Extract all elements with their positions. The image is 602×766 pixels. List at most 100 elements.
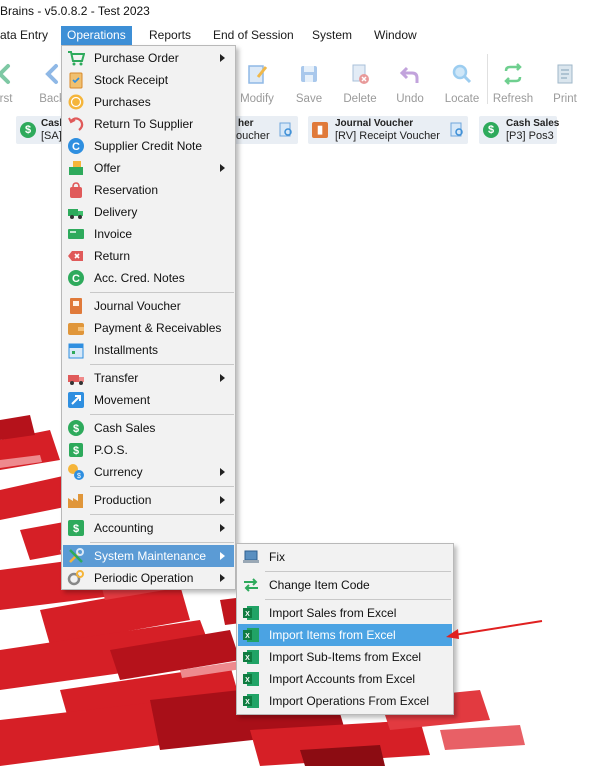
menu-purchase-order[interactable]: Purchase Order <box>63 47 234 69</box>
menu-pos[interactable]: $ P.O.S. <box>63 439 234 461</box>
excel-icon: X <box>243 672 259 686</box>
menu-bar: ata Entry Operations Reports End of Sess… <box>0 24 602 46</box>
menu-periodic-operation[interactable]: Periodic Operation <box>63 567 234 589</box>
excel-icon: X <box>243 628 259 642</box>
svg-text:X: X <box>245 633 250 640</box>
print-label: Print <box>553 93 577 105</box>
locate-button[interactable]: Locate <box>434 48 490 110</box>
swap-arrows-icon <box>244 578 258 592</box>
dollar-icon: $ <box>483 122 499 138</box>
shortcut-journal-voucher[interactable]: ▮ Journal Voucher [RV] Receipt Voucher <box>308 116 468 144</box>
undo-button[interactable]: Undo <box>382 48 438 110</box>
menu-separator <box>265 599 451 600</box>
menu-system[interactable]: System <box>306 26 358 45</box>
submenu-arrow-icon <box>220 164 225 172</box>
menu-journal-voucher[interactable]: Journal Voucher <box>63 295 234 317</box>
menu-production[interactable]: Production <box>63 489 234 511</box>
menu-import-items-excel[interactable]: X Import Items from Excel <box>238 624 452 646</box>
currency-icon: $ <box>68 464 84 480</box>
menu-separator <box>90 364 234 365</box>
print-icon <box>557 64 573 84</box>
menu-return[interactable]: Return <box>63 245 234 267</box>
menu-stock-receipt[interactable]: Stock Receipt <box>63 69 234 91</box>
locate-icon <box>452 64 472 84</box>
menu-offer[interactable]: Offer <box>63 157 234 179</box>
save-button[interactable]: Save <box>281 48 337 110</box>
journal-icon: ▮ <box>312 122 328 138</box>
cart-icon <box>68 51 85 66</box>
menu-separator <box>90 414 234 415</box>
refresh-button[interactable]: Refresh <box>485 48 541 110</box>
menu-acc-cred-notes[interactable]: C Acc. Cred. Notes <box>63 267 234 289</box>
menu-import-sales-excel[interactable]: X Import Sales from Excel <box>238 602 452 624</box>
shortcut-cash[interactable]: $ Cash [SA] <box>16 116 65 144</box>
menu-accounting[interactable]: $ Accounting <box>63 517 234 539</box>
refresh-icon <box>504 63 522 85</box>
menu-import-accounts-excel[interactable]: X Import Accounts from Excel <box>238 668 452 690</box>
menu-installments[interactable]: Installments <box>63 339 234 361</box>
menu-import-sales-excel-label: Import Sales from Excel <box>269 606 397 620</box>
menu-window[interactable]: Window <box>368 26 423 45</box>
save-icon <box>301 66 317 82</box>
menu-import-operations-excel-label: Import Operations From Excel <box>269 694 430 708</box>
journal-icon <box>70 298 82 314</box>
coin-icon <box>68 94 84 110</box>
modify-icon <box>248 65 268 84</box>
menu-import-subitems-excel[interactable]: X Import Sub-Items from Excel <box>238 646 452 668</box>
menu-fix[interactable]: Fix <box>238 546 452 568</box>
modify-button[interactable]: Modify <box>229 48 285 110</box>
menu-reservation[interactable]: Reservation <box>63 179 234 201</box>
menu-acc-cred-notes-label: Acc. Cred. Notes <box>94 271 185 285</box>
menu-import-subitems-excel-label: Import Sub-Items from Excel <box>269 650 422 664</box>
submenu-arrow-icon <box>220 574 225 582</box>
locate-label: Locate <box>444 93 480 105</box>
menu-return-to-supplier[interactable]: Return To Supplier <box>63 113 234 135</box>
menu-change-item-code[interactable]: Change Item Code <box>238 574 452 596</box>
menu-separator <box>90 514 234 515</box>
menu-purchase-order-label: Purchase Order <box>94 51 179 65</box>
factory-icon <box>68 494 83 508</box>
menu-separator <box>90 542 234 543</box>
delete-button[interactable]: Delete <box>332 48 388 110</box>
menu-delivery[interactable]: Delivery <box>63 201 234 223</box>
refresh-label: Refresh <box>492 93 534 105</box>
svg-text:X: X <box>245 677 250 684</box>
menu-invoice[interactable]: Invoice <box>63 223 234 245</box>
return-x-icon <box>68 251 83 261</box>
menu-fix-label: Fix <box>269 550 285 564</box>
menu-movement[interactable]: Movement <box>63 389 234 411</box>
menu-operations[interactable]: Operations <box>61 26 132 45</box>
menu-transfer[interactable]: Transfer <box>63 367 234 389</box>
svg-text:$: $ <box>73 523 79 535</box>
print-button[interactable]: Print <box>537 48 593 110</box>
menu-purchases[interactable]: Purchases <box>63 91 234 113</box>
submenu-arrow-icon <box>220 552 225 560</box>
calendar-icon <box>68 343 84 359</box>
svg-text:X: X <box>245 611 250 618</box>
shortcut-cash-subtitle: [SA] <box>41 130 62 142</box>
menu-separator <box>90 486 234 487</box>
dollar-icon: $ <box>68 420 84 436</box>
shortcut-cash-sales[interactable]: $ Cash Sales [P3] Pos3 <box>479 116 559 144</box>
menu-reports[interactable]: Reports <box>143 26 197 45</box>
credit-c-icon: C <box>68 270 84 286</box>
offer-icon <box>69 161 83 175</box>
window-title: Brains - v5.0.8.2 - Test 2023 <box>0 4 150 18</box>
bag-icon <box>70 182 82 198</box>
menu-system-maintenance-label: System Maintenance <box>94 549 207 563</box>
menu-cash-sales[interactable]: $ Cash Sales <box>63 417 234 439</box>
shortcut-journal-subtitle: [RV] Receipt Voucher <box>335 130 440 142</box>
menu-system-maintenance[interactable]: System Maintenance <box>63 545 234 567</box>
delete-label: Delete <box>343 93 377 105</box>
menu-supplier-credit-note[interactable]: C Supplier Credit Note <box>63 135 234 157</box>
menu-data-entry[interactable]: ata Entry <box>0 26 54 45</box>
menu-currency[interactable]: $ Currency <box>63 461 234 483</box>
first-icon <box>0 64 10 84</box>
menu-end-of-session[interactable]: End of Session <box>207 26 300 45</box>
app-window: Brains - v5.0.8.2 - Test 2023 ata Entry … <box>0 0 602 766</box>
delete-icon <box>352 64 369 84</box>
menu-import-operations-excel[interactable]: X Import Operations From Excel <box>238 690 452 712</box>
shortcut-voucher[interactable]: her oucher <box>228 116 298 144</box>
svg-text:$: $ <box>73 445 79 457</box>
menu-payment-receivables[interactable]: Payment & Receivables <box>63 317 234 339</box>
